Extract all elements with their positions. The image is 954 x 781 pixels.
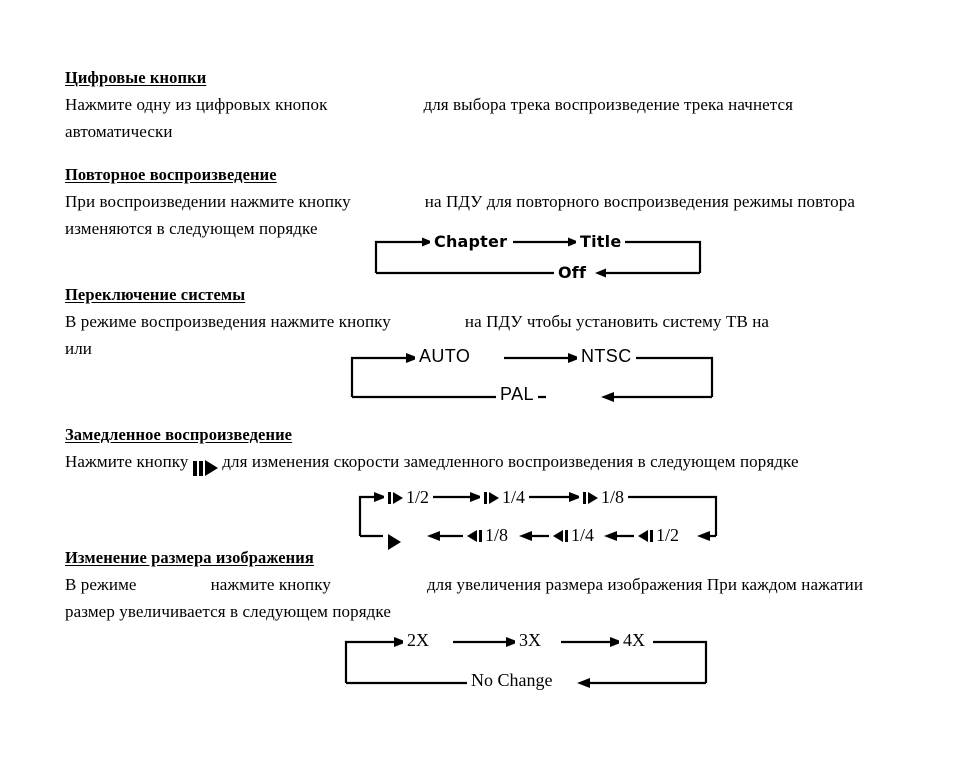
paragraph-text-part1: Нажмите кнопку xyxy=(65,452,189,471)
section-heading: Повторное воспроизведение xyxy=(65,165,277,184)
diagram-node-title: Title xyxy=(576,232,626,251)
section-heading: Переключение системы xyxy=(65,285,246,304)
section-paragraph-line2: автоматически xyxy=(65,122,173,141)
diagram-node-ntsc: NTSC xyxy=(577,346,636,367)
paragraph-text-part1: В режиме xyxy=(65,575,137,594)
diagram-node-reverse-eighth: 1/8 xyxy=(463,525,513,546)
diagram-node-forward-eighth: 1/8 xyxy=(579,487,629,508)
diagram-tv-system-cycle: AUTO NTSC PAL xyxy=(349,346,715,405)
section-heading: Цифровые кнопки xyxy=(65,68,207,87)
diagram-repeat-mode-cycle: Chapter Title Off xyxy=(373,232,703,282)
diagram-node-3x: 3X xyxy=(515,630,545,651)
document-page: Цифровые кнопки Нажмите одну из цифровых… xyxy=(0,0,954,781)
diagram-node-forward-quarter: 1/4 xyxy=(480,487,530,508)
step-forward-icon xyxy=(388,491,403,504)
diagram-node-auto: AUTO xyxy=(415,346,475,367)
paragraph-text-part2: нажмите кнопку xyxy=(210,575,331,594)
section-paragraph: В режиме нажмите кнопку для увеличения раз… xyxy=(65,571,889,598)
pause-play-icon xyxy=(192,460,218,476)
diagram-node-no-change: No Change xyxy=(467,670,557,691)
diagram-node-label: 1/4 xyxy=(502,487,526,507)
diagram-slow-speed-cycle: 1/2 1/4 1/8 1/2 1/4 1/8 xyxy=(357,487,719,550)
section-paragraph: В режиме воспроизведения нажмите кнопку н… xyxy=(65,308,889,335)
section-slow-playback: Замедленное воспроизведение Нажмите кноп… xyxy=(65,425,889,476)
paragraph-text-part3: для увеличения размера изображения При к… xyxy=(426,575,864,594)
diagram-node-2x: 2X xyxy=(403,630,433,651)
diagram-node-4x: 4X xyxy=(619,630,649,651)
section-paragraph: Нажмите одну из цифровых кнопок для выбор… xyxy=(65,91,889,118)
diagram-node-play xyxy=(383,525,404,550)
step-reverse-icon xyxy=(553,529,568,542)
paragraph-text-part2: для выбора трека воспроизведение трека н… xyxy=(423,95,794,114)
step-reverse-icon xyxy=(467,529,482,542)
paragraph-text-part2: на ПДУ чтобы установить систему ТВ на xyxy=(464,312,770,331)
section-repeat-playback: Повторное воспроизведение При воспроизве… xyxy=(65,165,889,242)
section-paragraph: При воспроизведении нажмите кнопку на ПДУ… xyxy=(65,188,889,215)
paragraph-text-part1: В режиме воспроизведения нажмите кнопку xyxy=(65,312,391,331)
section-heading: Замедленное воспроизведение xyxy=(65,425,293,444)
paragraph-text-part1: Нажмите одну из цифровых кнопок xyxy=(65,95,328,114)
section-numeric-buttons: Цифровые кнопки Нажмите одну из цифровых… xyxy=(65,68,889,145)
diagram-node-label: 1/2 xyxy=(406,487,430,507)
paragraph-text-part2: для изменения скорости замедленного восп… xyxy=(222,452,799,471)
step-forward-icon xyxy=(484,491,499,504)
step-reverse-icon xyxy=(638,529,653,542)
section-paragraph-line2: размер увеличивается в следующем порядке xyxy=(65,602,391,621)
diagram-node-reverse-half: 1/2 xyxy=(634,525,684,546)
diagram-node-label: 1/4 xyxy=(571,525,595,545)
paragraph-text-part1: При воспроизведении нажмите кнопку xyxy=(65,192,351,211)
diagram-node-chapter: Chapter xyxy=(430,232,512,251)
diagram-node-off: Off xyxy=(554,263,591,282)
diagram-node-label: 1/8 xyxy=(485,525,509,545)
diagram-node-reverse-quarter: 1/4 xyxy=(549,525,599,546)
section-heading: Изменение размера изображения xyxy=(65,548,314,567)
diagram-node-pal: PAL xyxy=(496,384,538,405)
section-image-zoom: Изменение размера изображения В режиме на… xyxy=(65,548,889,625)
paragraph-text-part2: на ПДУ для повторного воспроизведения ре… xyxy=(424,192,855,211)
diagram-node-label: 1/8 xyxy=(601,487,625,507)
step-forward-icon xyxy=(583,491,598,504)
diagram-node-forward-half: 1/2 xyxy=(384,487,434,508)
diagram-image-zoom-cycle: 2X 3X 4X No Change xyxy=(343,630,709,691)
diagram-node-label: 1/2 xyxy=(656,525,680,545)
section-paragraph: Нажмите кнопку для изменения скорости за… xyxy=(65,448,889,476)
